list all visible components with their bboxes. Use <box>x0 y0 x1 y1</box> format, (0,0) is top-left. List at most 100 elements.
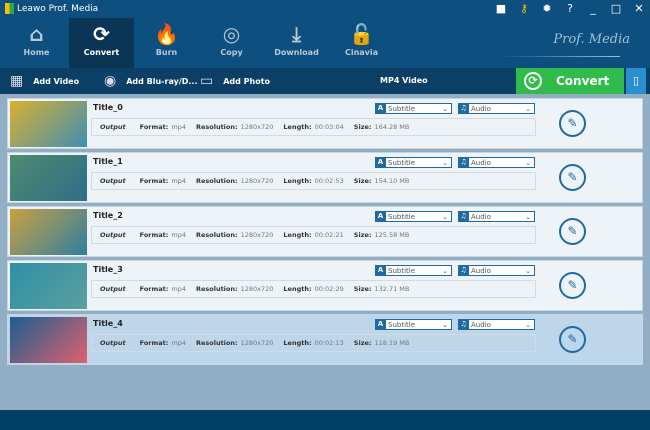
title-row[interactable]: Title_0 A Subtitle ⌄ ♫ Audio ⌄ Output Format… <box>7 98 643 149</box>
nav-label: Copy <box>220 48 243 57</box>
length-label: Length: <box>283 177 312 185</box>
audio-value: Audio <box>471 320 491 329</box>
chevron-down-icon: ⌄ <box>525 158 531 167</box>
length-label: Length: <box>283 231 312 239</box>
size-value: 125.58 MB <box>374 231 410 239</box>
audio-value: Audio <box>471 212 491 221</box>
resolution-label: Resolution: <box>195 177 238 185</box>
convert-label: Convert <box>556 74 610 88</box>
chevron-down-icon: ⌄ <box>525 212 531 221</box>
format-value: mp4 <box>171 177 186 185</box>
length-value: 00:02:53 <box>314 177 344 185</box>
minimize-icon[interactable]: _ <box>586 2 600 15</box>
title-name: Title_0 <box>93 103 123 112</box>
audio-dropdown[interactable]: ♫ Audio ⌄ <box>458 157 535 168</box>
edit-video-icon[interactable]: ✎ <box>559 326 586 353</box>
audio-dropdown[interactable]: ♫ Audio ⌄ <box>458 103 535 114</box>
music-note-icon: ♫ <box>458 319 469 330</box>
size-label: Size: <box>353 177 372 185</box>
size-label: Size: <box>353 285 372 293</box>
subtitle-icon: A <box>375 103 386 114</box>
video-thumbnail <box>10 155 87 201</box>
add-video-label: Add Video <box>33 76 80 86</box>
title-name: Title_2 <box>93 211 123 220</box>
music-note-icon: ♫ <box>458 265 469 276</box>
length-value: 00:03:04 <box>314 123 344 131</box>
output-label: Output <box>100 231 126 239</box>
format-label: Format: <box>139 177 169 185</box>
audio-dropdown[interactable]: ♫ Audio ⌄ <box>458 265 535 276</box>
window-controls: ■ ⚷ ✹? _ □ ✕ <box>494 2 646 15</box>
nav-cinavia[interactable]: 🔓 Cinavia <box>329 18 394 68</box>
output-info: Output Format: mp4 Resolution: 1280x720 Le… <box>91 334 536 352</box>
resolution-label: Resolution: <box>195 123 238 131</box>
size-label: Size: <box>353 123 372 131</box>
chevron-down-icon: ⌄ <box>442 212 448 221</box>
title-row[interactable]: Title_1 A Subtitle ⌄ ♫ Audio ⌄ Output Format… <box>7 152 643 203</box>
video-thumbnail <box>10 101 87 147</box>
app-title: Leawo Prof. Media <box>17 4 99 14</box>
output-label: Output <box>100 339 126 347</box>
disc-add-icon: ◉ <box>104 73 117 89</box>
nav-burn[interactable]: 🔥 Burn <box>134 18 199 68</box>
nav-label: Home <box>23 48 50 57</box>
length-value: 00:02:21 <box>314 231 344 239</box>
title-row[interactable]: Title_4 A Subtitle ⌄ ♫ Audio ⌄ Output Format… <box>7 314 643 365</box>
add-bluray-button[interactable]: ◉ Add Blu-ray/D... <box>104 68 198 94</box>
add-video-button[interactable]: ▦ Add Video <box>10 68 79 94</box>
resolution-value: 1280x720 <box>240 123 274 131</box>
subtitle-dropdown[interactable]: A Subtitle ⌄ <box>375 103 452 114</box>
convert-button[interactable]: ⟳ Convert <box>516 68 624 94</box>
length-label: Length: <box>283 123 312 131</box>
resolution-label: Resolution: <box>195 285 238 293</box>
download-icon: ⤓ <box>292 22 301 46</box>
audio-dropdown[interactable]: ♫ Audio ⌄ <box>458 211 535 222</box>
audio-dropdown[interactable]: ♫ Audio ⌄ <box>458 319 535 330</box>
film-add-icon: ▦ <box>10 73 24 89</box>
gear-icon[interactable]: ✹ <box>540 2 554 15</box>
length-value: 00:02:13 <box>314 339 344 347</box>
maximize-icon[interactable]: □ <box>609 2 623 15</box>
edit-video-icon[interactable]: ✎ <box>559 218 586 245</box>
subtitle-dropdown[interactable]: A Subtitle ⌄ <box>375 265 452 276</box>
music-note-icon: ♫ <box>458 103 469 114</box>
close-icon[interactable]: ✕ <box>632 2 646 15</box>
edit-video-icon[interactable]: ✎ <box>559 110 586 137</box>
subtitle-icon: A <box>375 211 386 222</box>
subtitle-dropdown[interactable]: A Subtitle ⌄ <box>375 211 452 222</box>
status-bar <box>0 410 650 430</box>
format-value: mp4 <box>171 231 186 239</box>
size-value: 164.28 MB <box>374 123 410 131</box>
chat-icon[interactable]: ■ <box>494 2 508 15</box>
nav-home[interactable]: ⌂ Home <box>4 18 69 68</box>
title-list: Title_0 A Subtitle ⌄ ♫ Audio ⌄ Output Format… <box>7 98 643 368</box>
subtitle-dropdown[interactable]: A Subtitle ⌄ <box>375 319 452 330</box>
video-thumbnail <box>10 317 87 363</box>
edit-video-icon[interactable]: ✎ <box>559 272 586 299</box>
profile-selector[interactable]: MP4 Video <box>380 76 428 85</box>
help-icon[interactable]: ? <box>563 2 577 15</box>
length-value: 00:02:29 <box>314 285 344 293</box>
output-info: Output Format: mp4 Resolution: 1280x720 Le… <box>91 226 536 244</box>
subtitle-dropdown[interactable]: A Subtitle ⌄ <box>375 157 452 168</box>
video-thumbnail <box>10 209 87 255</box>
nav-label: Convert <box>83 48 120 57</box>
output-info: Output Format: mp4 Resolution: 1280x720 Le… <box>91 172 536 190</box>
subtitle-value: Subtitle <box>388 104 416 113</box>
music-note-icon: ♫ <box>458 157 469 168</box>
title-row[interactable]: Title_3 A Subtitle ⌄ ♫ Audio ⌄ Output Format… <box>7 260 643 311</box>
resolution-value: 1280x720 <box>240 339 274 347</box>
edit-video-icon[interactable]: ✎ <box>559 164 586 191</box>
length-label: Length: <box>283 285 312 293</box>
nav-label: Download <box>274 48 319 57</box>
sidebar-toggle-icon[interactable]: ▯ <box>626 68 646 94</box>
nav-download[interactable]: ⤓ Download <box>264 18 329 68</box>
nav-convert[interactable]: ⟳ Convert <box>69 18 134 68</box>
output-info: Output Format: mp4 Resolution: 1280x720 Le… <box>91 280 536 298</box>
size-value: 132.71 MB <box>374 285 410 293</box>
add-photo-button[interactable]: ▭ Add Photo <box>200 68 270 94</box>
nav-copy[interactable]: ◎ Copy <box>199 18 264 68</box>
resolution-label: Resolution: <box>195 231 238 239</box>
key-icon[interactable]: ⚷ <box>517 2 531 15</box>
title-row[interactable]: Title_2 A Subtitle ⌄ ♫ Audio ⌄ Output Format… <box>7 206 643 257</box>
